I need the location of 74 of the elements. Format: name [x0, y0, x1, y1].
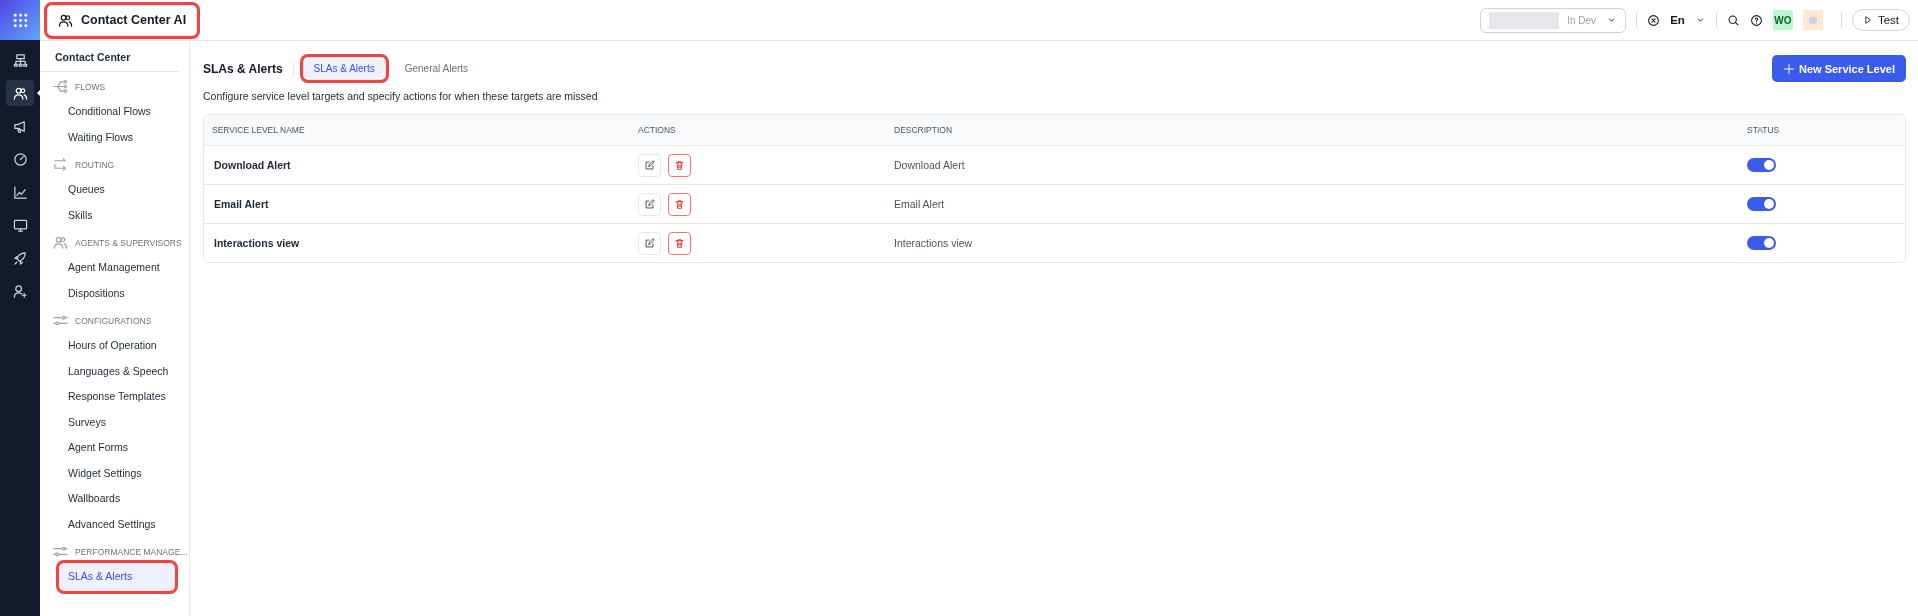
- people-icon: [12, 85, 28, 101]
- table-cell-text: Email Alert: [213, 198, 270, 210]
- section-heading: CONFIGURATIONS: [75, 315, 152, 326]
- edit-icon: [644, 159, 655, 171]
- test-button[interactable]: Test: [1851, 9, 1910, 31]
- people-icon: [53, 235, 68, 250]
- delete-button[interactable]: [668, 153, 691, 177]
- column-header: STATUS: [1746, 125, 1781, 135]
- people-icon: [58, 12, 73, 28]
- delete-button[interactable]: [668, 192, 691, 216]
- help-icon: [1749, 13, 1763, 27]
- hierarchy-icon: [12, 52, 28, 68]
- routing-icon: [53, 157, 68, 172]
- sidebar-item[interactable]: Widget Settings: [60, 460, 174, 486]
- table-cell-text: Interactions view: [213, 237, 301, 249]
- user-plus-icon: [12, 283, 28, 299]
- sliders-icon: [53, 544, 68, 559]
- play-icon: [1862, 15, 1873, 25]
- table-cell-text: Download Alert: [213, 159, 292, 171]
- status-toggle[interactable]: [1747, 197, 1776, 211]
- plus-icon: [1783, 62, 1795, 75]
- line-chart-icon: [12, 184, 28, 200]
- sidebar-item[interactable]: Wallboards: [60, 486, 174, 512]
- sidebar-item[interactable]: Advanced Settings: [60, 511, 174, 537]
- app-title-text: Contact Center AI: [81, 13, 187, 27]
- sidebar-item[interactable]: Surveys: [60, 409, 174, 435]
- section-heading: PERFORMANCE MANAGE...: [75, 546, 188, 557]
- app-launcher-button[interactable]: [0, 0, 40, 40]
- edit-button[interactable]: [638, 192, 661, 216]
- circle-x-icon: [1647, 13, 1661, 27]
- sidebar-item[interactable]: Languages & Speech: [60, 358, 174, 384]
- page-description: Configure service level targets and specify actions for when these targets are missed: [203, 90, 599, 102]
- column-header: ACTIONS: [637, 125, 677, 135]
- tab[interactable]: General Alerts: [394, 58, 479, 79]
- column-header: SERVICE LEVEL NAME: [211, 125, 306, 135]
- trash-icon: [674, 159, 685, 171]
- sidebar-item[interactable]: Waiting Flows: [60, 124, 174, 150]
- edit-icon: [644, 237, 655, 249]
- status-toggle[interactable]: [1747, 236, 1776, 250]
- section-heading: AGENTS & SUPERVISORS: [75, 237, 182, 248]
- trash-icon: [674, 198, 685, 210]
- table-cell-text: Download Alert: [893, 159, 966, 171]
- sliders-icon: [53, 313, 68, 328]
- sidebar-item[interactable]: Skills: [60, 202, 174, 228]
- table-cell-text: Email Alert: [893, 198, 946, 210]
- sidebar-item[interactable]: Response Templates: [60, 384, 174, 410]
- sidebar-item[interactable]: Agent Management: [60, 255, 174, 281]
- sidebar-item[interactable]: Conditional Flows: [60, 99, 174, 125]
- section-heading: FLOWS: [75, 81, 106, 92]
- sidebar-item[interactable]: Dispositions: [60, 280, 174, 306]
- edit-button[interactable]: [638, 231, 661, 255]
- grid-icon: [11, 11, 29, 29]
- new-service-level-button[interactable]: New Service Level: [1772, 55, 1906, 82]
- user-avatar[interactable]: WO: [1772, 10, 1793, 30]
- rocket-icon: [12, 250, 28, 266]
- edit-button[interactable]: [638, 153, 661, 177]
- page-title: SLAs & Alerts: [203, 61, 283, 76]
- megaphone-icon: [12, 118, 28, 134]
- monitor-icon: [12, 217, 28, 233]
- search-icon: [1726, 13, 1740, 27]
- sidebar-item[interactable]: Queues: [60, 177, 174, 203]
- delete-button[interactable]: [668, 231, 691, 255]
- edit-icon: [644, 198, 655, 210]
- status-toggle[interactable]: [1747, 158, 1776, 172]
- section-heading: ROUTING: [75, 159, 115, 170]
- language-selector[interactable]: En: [1670, 14, 1685, 26]
- column-header: DESCRIPTION: [893, 125, 954, 135]
- gauge-icon: [12, 151, 28, 167]
- flow-icon: [53, 79, 68, 94]
- table-cell-text: Interactions view: [893, 237, 974, 249]
- sidebar-item[interactable]: Agent Forms: [60, 435, 174, 461]
- sidebar-title: Contact Center: [40, 51, 179, 72]
- trash-icon: [674, 237, 685, 249]
- sidebar-item[interactable]: Hours of Operation: [60, 333, 174, 359]
